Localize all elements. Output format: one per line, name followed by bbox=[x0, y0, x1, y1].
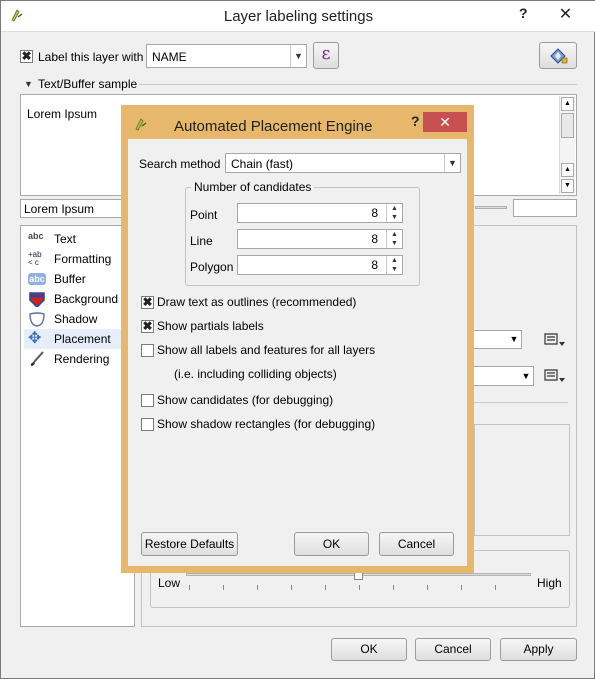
section-divider bbox=[139, 84, 577, 85]
polygon-value: 8 bbox=[371, 258, 378, 272]
chevron-down-icon: ▼ bbox=[444, 154, 460, 172]
draw-outlines-checkbox[interactable]: ✖ bbox=[141, 296, 154, 309]
sample-text-input[interactable]: Lorem Ipsum bbox=[20, 199, 124, 218]
formatting-icon: +ab < c bbox=[28, 250, 42, 267]
sidebar-item-label: Formatting bbox=[54, 252, 112, 266]
point-candidates-spinbox[interactable]: 8 ▲ ▼ bbox=[237, 203, 403, 223]
dialog-ok-button[interactable]: OK bbox=[294, 532, 369, 556]
diamond-style-icon bbox=[550, 48, 568, 64]
search-method-label: Search method bbox=[139, 157, 221, 171]
chevron-down-icon: ▼ bbox=[509, 334, 519, 344]
dialog-title: Automated Placement Engine bbox=[174, 118, 373, 135]
slider-high-label: High bbox=[537, 576, 562, 590]
sidebar-item-label: Buffer bbox=[54, 272, 86, 286]
scroll-up-icon[interactable]: ▲ bbox=[561, 97, 574, 111]
rendering-brush-icon bbox=[30, 351, 44, 366]
scale-slider[interactable] bbox=[475, 206, 507, 209]
sidebar-item-label: Shadow bbox=[54, 312, 98, 326]
draw-outlines-label: Draw text as outlines (recommended) bbox=[157, 295, 357, 309]
sidebar-item-label: Text bbox=[54, 232, 77, 246]
show-candidates-checkbox[interactable] bbox=[141, 394, 154, 407]
dialog-close-button[interactable]: ✕ bbox=[423, 112, 467, 132]
sidebar-item-label: Placement bbox=[54, 332, 111, 346]
slider-ticks bbox=[189, 585, 529, 590]
sidebar-item-label: Rendering bbox=[54, 352, 110, 366]
label-layer-checkbox[interactable]: ✖ bbox=[20, 50, 33, 63]
dialog-titlebar: Automated Placement Engine ? ✕ bbox=[128, 112, 467, 139]
expression-button[interactable]: ε bbox=[313, 42, 339, 69]
label-field-combo[interactable]: NAME ▼ bbox=[146, 44, 307, 68]
label-layer-text: Label this layer with bbox=[38, 50, 144, 64]
show-shadow-rects-label: Show shadow rectangles (for debugging) bbox=[157, 417, 376, 431]
show-all-label: Show all labels and features for all lay… bbox=[157, 343, 376, 357]
show-shadow-rects-checkbox[interactable] bbox=[141, 418, 154, 431]
spin-arrows-icon[interactable]: ▲ ▼ bbox=[386, 230, 402, 248]
restore-defaults-button[interactable]: Restore Defaults bbox=[141, 532, 238, 556]
dialog-cancel-button[interactable]: Cancel bbox=[379, 532, 454, 556]
sample-header: Text/Buffer sample bbox=[38, 77, 138, 91]
placement-engine-dialog: Automated Placement Engine ? ✕ Search me… bbox=[121, 105, 474, 573]
search-method-combo[interactable]: Chain (fast) ▼ bbox=[225, 153, 461, 173]
window-title: Layer labeling settings bbox=[223, 8, 374, 25]
scroll-down-icon[interactable]: ▼ bbox=[561, 179, 574, 193]
candidates-group-title: Number of candidates bbox=[191, 180, 315, 194]
show-all-note: (i.e. including colliding objects) bbox=[174, 367, 337, 381]
window-titlebar: Layer labeling settings ? ✕ bbox=[1, 1, 595, 32]
slider-low-label: Low bbox=[158, 576, 181, 590]
data-defined-override-icon[interactable] bbox=[542, 330, 568, 350]
line-value: 8 bbox=[371, 232, 378, 246]
sample-text-value: Lorem Ipsum bbox=[24, 202, 95, 216]
show-all-checkbox[interactable] bbox=[141, 344, 154, 357]
text-abc-icon: abc bbox=[28, 231, 44, 241]
show-candidates-label: Show candidates (for debugging) bbox=[157, 393, 334, 407]
point-label: Point bbox=[190, 208, 218, 222]
buffer-icon: abc bbox=[28, 273, 46, 285]
scroll-thumb[interactable] bbox=[561, 113, 574, 138]
priority-input[interactable]: ▼ bbox=[472, 330, 522, 349]
close-button[interactable]: ✕ bbox=[542, 4, 589, 25]
background-shield-icon bbox=[29, 292, 45, 307]
placement-group-box bbox=[474, 424, 570, 536]
scale-input[interactable] bbox=[513, 199, 577, 217]
section-divider bbox=[474, 402, 568, 403]
line-candidates-spinbox[interactable]: 8 ▲ ▼ bbox=[237, 229, 403, 249]
help-icon[interactable]: ? bbox=[411, 113, 420, 129]
spin-arrows-icon[interactable]: ▲ ▼ bbox=[386, 256, 402, 274]
label-field-value: NAME bbox=[152, 50, 187, 64]
distance-units-combo[interactable]: ▼ bbox=[472, 366, 534, 386]
help-icon[interactable]: ? bbox=[519, 5, 528, 21]
chevron-down-icon: ▼ bbox=[290, 45, 306, 67]
collapse-triangle-icon[interactable]: ▼ bbox=[24, 79, 33, 89]
ok-button[interactable]: OK bbox=[331, 638, 407, 661]
polygon-label: Polygon bbox=[190, 260, 234, 274]
style-button[interactable] bbox=[539, 42, 577, 69]
preview-scrollbar[interactable]: ▲ ▲ ▼ bbox=[559, 96, 575, 194]
qgis-label-icon bbox=[135, 118, 147, 131]
show-partials-checkbox[interactable]: ✖ bbox=[141, 320, 154, 333]
apply-button[interactable]: Apply bbox=[500, 638, 577, 661]
spin-arrows-icon[interactable]: ▲ ▼ bbox=[386, 204, 402, 222]
show-partials-label: Show partials labels bbox=[157, 319, 264, 333]
sidebar-item-label: Background bbox=[54, 292, 119, 306]
search-method-value: Chain (fast) bbox=[231, 157, 294, 171]
scroll-down-step-icon[interactable]: ▲ bbox=[561, 163, 574, 177]
line-label: Line bbox=[190, 234, 213, 248]
placement-icon: ✥ bbox=[28, 330, 42, 347]
chevron-down-icon: ▼ bbox=[521, 371, 531, 381]
polygon-candidates-spinbox[interactable]: 8 ▲ ▼ bbox=[237, 255, 403, 275]
point-value: 8 bbox=[371, 206, 378, 220]
sidebar: abc Text +ab < c Formatting abc Buffer B… bbox=[20, 225, 152, 627]
data-defined-override-icon[interactable] bbox=[542, 366, 568, 386]
sample-preview-text: Lorem Ipsum bbox=[27, 107, 98, 121]
shadow-icon bbox=[29, 312, 45, 327]
cancel-button[interactable]: Cancel bbox=[415, 638, 491, 661]
